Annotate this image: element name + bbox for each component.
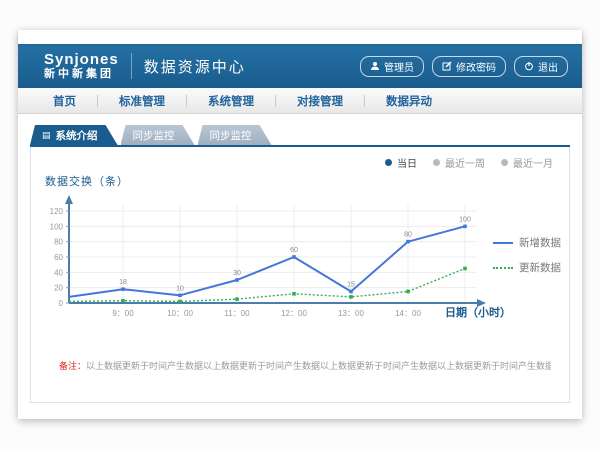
svg-text:10：00: 10：00: [167, 309, 193, 318]
change-password-label: 修改密码: [456, 59, 496, 74]
change-password-button[interactable]: 修改密码: [432, 56, 506, 77]
radio-dot: [501, 159, 508, 166]
logout-label: 退出: [538, 59, 558, 74]
legend-label-0: 新增数据: [519, 235, 561, 250]
svg-text:30: 30: [233, 270, 241, 277]
svg-text:15: 15: [347, 282, 355, 289]
radio-last-month-label: 最近一月: [513, 155, 553, 170]
y-axis-title: 数据交换（条）: [45, 173, 129, 189]
nav-item-0[interactable]: 首页: [32, 93, 97, 109]
tab-0[interactable]: ▤ 系统介绍: [30, 125, 118, 145]
svg-text:100: 100: [459, 216, 471, 223]
legend-swatch-0: [493, 242, 513, 244]
svg-text:40: 40: [54, 268, 63, 277]
nav-item-1[interactable]: 标准管理: [98, 93, 186, 109]
power-icon: [524, 61, 534, 71]
legend-item-new-data[interactable]: 新增数据: [493, 235, 561, 250]
svg-text:80: 80: [404, 232, 412, 239]
legend-label-1: 更新数据: [519, 260, 561, 275]
logo-text: Synjones: [44, 52, 119, 67]
logo-subtext: 新中新集团: [44, 69, 119, 80]
nav-item-3[interactable]: 对接管理: [276, 93, 364, 109]
svg-text:80: 80: [54, 238, 63, 247]
svg-text:14：00: 14：00: [395, 309, 421, 318]
admin-button-label: 管理员: [384, 59, 414, 74]
line-chart: 0 20 40 60 80 100 120 9：00 10：00 11：00 12：00 13：00 1…: [41, 191, 501, 329]
tab-2[interactable]: 同步监控: [198, 125, 272, 145]
tab-label: 同步监控: [210, 128, 252, 143]
radio-dot: [433, 159, 440, 166]
tab-icon: ▤: [42, 131, 51, 140]
chart-legend: 新增数据 更新数据: [493, 235, 561, 275]
svg-text:60: 60: [54, 253, 63, 262]
radio-last-week-label: 最近一周: [445, 155, 485, 170]
footnote-label: 备注：: [59, 361, 86, 371]
radio-last-week[interactable]: 最近一周: [433, 155, 485, 170]
svg-text:20: 20: [54, 284, 63, 293]
legend-item-update-data[interactable]: 更新数据: [493, 260, 561, 275]
nav-item-2[interactable]: 系统管理: [187, 93, 275, 109]
content-panel: 当日 最近一周 最近一月 数据交换（条） 0 20 40 60 80 100 120 9：00…: [30, 147, 570, 403]
app-header: Synjones 新中新集团 数据资源中心 管理员 修改密码: [18, 44, 582, 88]
tab-1[interactable]: 同步监控: [121, 125, 195, 145]
user-bar: 管理员 修改密码 退出: [360, 56, 568, 77]
app-window: Synjones 新中新集团 数据资源中心 管理员 修改密码: [18, 30, 582, 419]
radio-today-label: 当日: [397, 155, 417, 170]
tab-label: 同步监控: [133, 128, 175, 143]
svg-text:9：00: 9：00: [112, 309, 134, 318]
radio-last-month[interactable]: 最近一月: [501, 155, 553, 170]
user-icon: [370, 61, 380, 71]
svg-text:60: 60: [290, 247, 298, 254]
svg-text:18: 18: [119, 279, 127, 286]
svg-text:13：00: 13：00: [338, 309, 364, 318]
footnote-text: 以上数据更新于时间产生数据以上数据更新于时间产生数据以上数据更新于时间产生数据以…: [86, 361, 551, 371]
edit-icon: [442, 61, 452, 71]
brand-logo: Synjones 新中新集团: [44, 52, 119, 80]
nav-item-4[interactable]: 数据异动: [365, 93, 453, 109]
range-radio-group: 当日 最近一周 最近一月: [385, 155, 553, 170]
header-divider: [131, 53, 132, 79]
svg-text:0: 0: [59, 299, 64, 308]
svg-text:10: 10: [176, 285, 184, 292]
app-title: 数据资源中心: [144, 56, 246, 77]
radio-dot: [385, 159, 392, 166]
admin-button[interactable]: 管理员: [360, 56, 424, 77]
screen: Synjones 新中新集团 数据资源中心 管理员 修改密码: [0, 0, 600, 450]
main-nav: 首页标准管理系统管理对接管理数据异动: [18, 88, 582, 114]
footnote: 备注：以上数据更新于时间产生数据以上数据更新于时间产生数据以上数据更新于时间产生…: [59, 359, 551, 372]
x-axis-title: 日期（小时）: [445, 304, 511, 320]
logout-button[interactable]: 退出: [514, 56, 568, 77]
page-top-strip: [18, 30, 582, 44]
tab-label: 系统介绍: [56, 128, 98, 143]
tab-bar: ▤ 系统介绍 同步监控 同步监控: [30, 125, 272, 145]
svg-text:120: 120: [50, 207, 64, 216]
svg-text:12：00: 12：00: [281, 309, 307, 318]
svg-text:11：00: 11：00: [224, 309, 250, 318]
svg-text:100: 100: [50, 222, 64, 231]
radio-today[interactable]: 当日: [385, 155, 417, 170]
legend-swatch-1: [493, 267, 513, 269]
